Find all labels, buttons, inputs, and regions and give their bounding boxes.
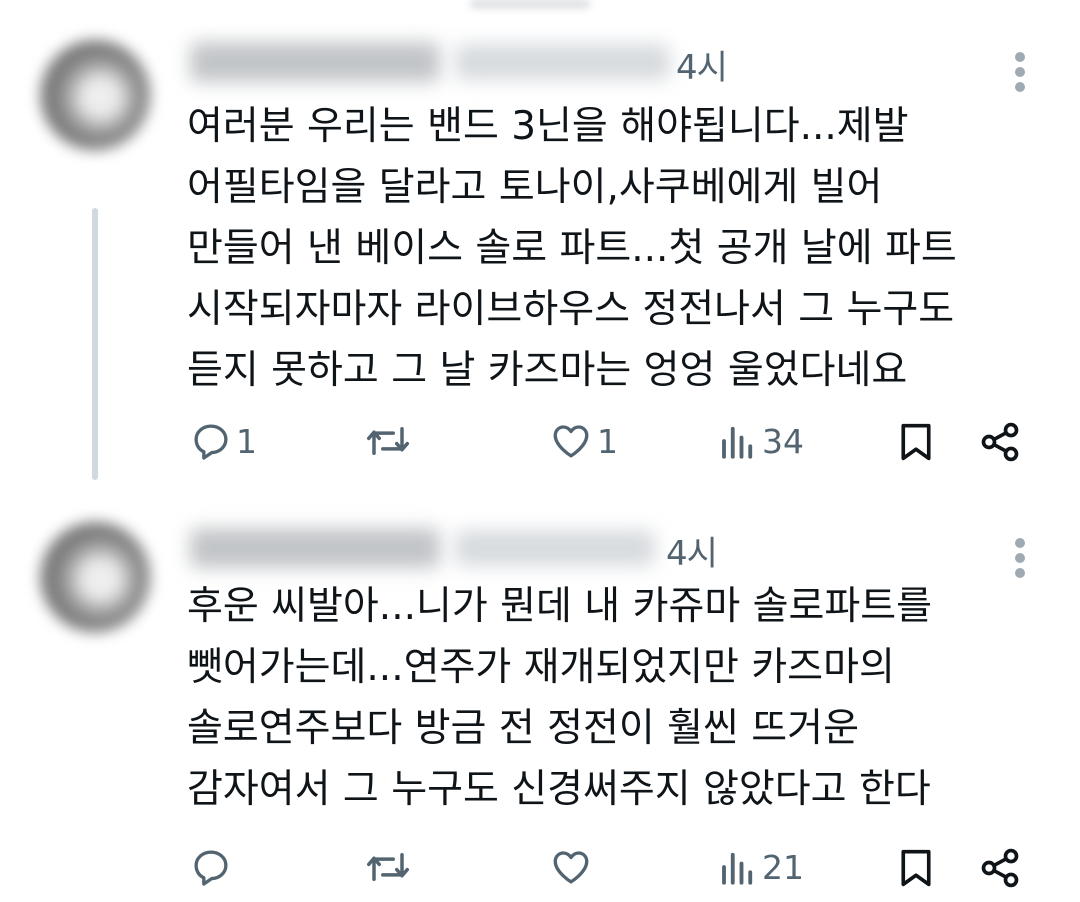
tweet-text-line: 어필타임을 달라고 토나이,사쿠베에게 빌어 bbox=[187, 165, 883, 210]
bookmark-button[interactable] bbox=[896, 846, 936, 890]
share-button[interactable] bbox=[978, 846, 1022, 890]
reply-button[interactable] bbox=[190, 846, 236, 888]
heart-icon bbox=[553, 851, 589, 884]
like-count: 1 bbox=[597, 421, 618, 461]
like-button[interactable] bbox=[549, 846, 597, 888]
reply-button[interactable]: 1 bbox=[190, 420, 257, 462]
tweet-timestamp[interactable]: 4시 bbox=[666, 526, 718, 575]
views-button[interactable]: 21 bbox=[718, 846, 804, 888]
bookmark-button[interactable] bbox=[896, 420, 936, 464]
views-count: 21 bbox=[762, 847, 804, 887]
tweet-text-line: 뺏어가는데...연주가 재개되었지만 카즈마의 bbox=[187, 645, 895, 690]
avatar[interactable] bbox=[40, 40, 150, 150]
retweet-button[interactable] bbox=[365, 420, 415, 462]
tweet-text-line: 여러분 우리는 밴드 3닌을 해야됩니다...제발 bbox=[187, 104, 909, 149]
author-name-blurred[interactable] bbox=[190, 528, 440, 568]
reply-icon bbox=[194, 850, 228, 886]
bookmark-icon bbox=[901, 423, 931, 461]
views-icon bbox=[722, 426, 753, 459]
tweet-text-line: 만들어 낸 베이스 솔로 파트...첫 공개 날에 파트 bbox=[187, 226, 957, 271]
author-handle-blurred[interactable] bbox=[455, 44, 670, 80]
author-handle-blurred[interactable] bbox=[455, 530, 655, 566]
author-name-blurred[interactable] bbox=[190, 42, 440, 82]
retweet-button[interactable] bbox=[365, 846, 415, 888]
retweet-icon bbox=[367, 427, 409, 455]
like-button[interactable]: 1 bbox=[549, 420, 618, 462]
tweet-text-line: 시작되자마자 라이브하우스 정전나서 그 누구도 bbox=[187, 287, 955, 332]
heart-icon bbox=[553, 425, 589, 458]
views-button[interactable]: 34 bbox=[718, 420, 804, 462]
views-icon bbox=[722, 852, 753, 885]
tweet-text: 여러분 우리는 밴드 3닌을 해야됩니다...제발 어필타임을 달라고 토나이,… bbox=[187, 96, 957, 401]
avatar[interactable] bbox=[40, 522, 150, 632]
tweet-text-line: 감자여서 그 누구도 신경써주지 않았다고 한다 bbox=[187, 767, 931, 812]
views-count: 34 bbox=[762, 421, 804, 461]
tweet-text-line: 듣지 못하고 그 날 카즈마는 엉엉 울었다네요 bbox=[187, 348, 908, 393]
reply-count: 1 bbox=[236, 421, 257, 461]
tweet-text-line: 솔로연주보다 방금 전 정전이 훨씬 뜨거운 bbox=[187, 706, 859, 751]
reply-icon bbox=[194, 424, 228, 460]
share-button[interactable] bbox=[978, 420, 1022, 464]
tweet-text: 후운 씨발아...니가 뭔데 내 카쥬마 솔로파트를 뺏어가는데...연주가 재… bbox=[187, 576, 932, 820]
bookmark-icon bbox=[901, 849, 931, 887]
share-icon bbox=[981, 848, 1019, 888]
more-icon[interactable] bbox=[1012, 538, 1028, 578]
top-blurred-edge bbox=[470, 0, 590, 8]
retweet-icon bbox=[367, 853, 409, 881]
share-icon bbox=[981, 422, 1019, 462]
tweet-timestamp[interactable]: 4시 bbox=[676, 40, 728, 89]
thread-connector-line bbox=[92, 208, 98, 480]
more-icon[interactable] bbox=[1012, 52, 1028, 92]
tweet-text-line: 후운 씨발아...니가 뭔데 내 카쥬마 솔로파트를 bbox=[187, 584, 933, 629]
